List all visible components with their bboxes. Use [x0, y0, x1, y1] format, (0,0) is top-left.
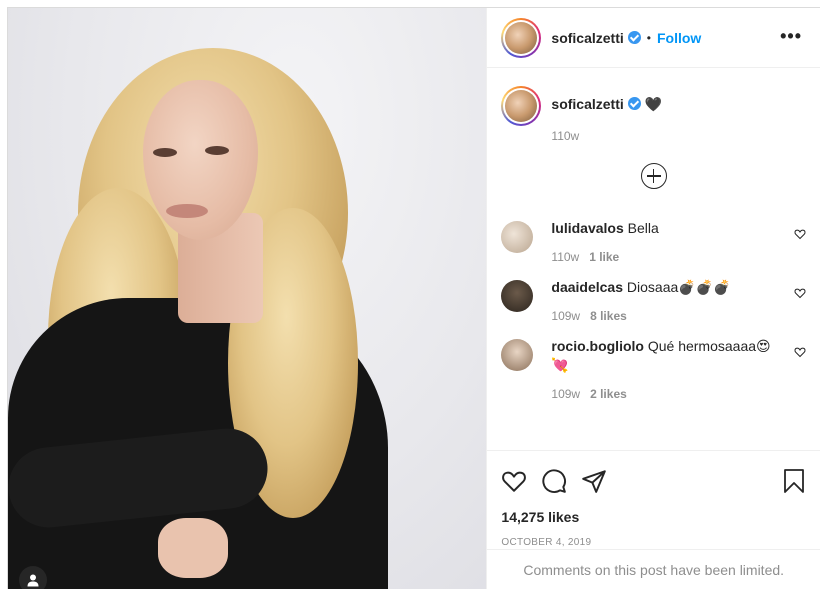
user-tag-button[interactable] [19, 566, 47, 589]
post-caption: soficalzetti 🖤 110w [487, 68, 820, 143]
comment-likes[interactable]: 1 like [589, 250, 619, 264]
caption-avatar[interactable] [501, 86, 542, 126]
comment-avatar[interactable] [501, 280, 534, 312]
bookmark-icon[interactable] [782, 468, 806, 494]
post-actions: 14,275 likes OCTOBER 4, 2019 [487, 450, 820, 548]
more-options-icon[interactable]: ••• [780, 26, 802, 47]
comment-time[interactable]: 110w [551, 250, 579, 264]
caption-time[interactable]: 110w [551, 129, 662, 143]
comment-likes[interactable]: 2 likes [590, 387, 627, 401]
comment-item: rocio.bogliolo Qué hermosaaaa😍💘 109w 2 li… [487, 337, 820, 401]
header-username[interactable]: soficalzetti [551, 30, 623, 46]
heart-icon[interactable] [794, 287, 806, 299]
post-container: soficalzetti • Follow ••• soficalzetti 🖤… [7, 7, 820, 589]
caption-username[interactable]: soficalzetti [551, 96, 623, 112]
comment-username[interactable]: lulidavalos [551, 220, 623, 236]
plus-circle-icon [640, 163, 667, 189]
photo-eye-left [153, 148, 177, 157]
heart-icon[interactable] [794, 346, 806, 358]
post-photo[interactable] [8, 8, 487, 589]
heart-icon[interactable] [794, 228, 806, 240]
header-separator: • [646, 30, 651, 45]
comment-time[interactable]: 109w [551, 309, 580, 323]
like-count[interactable]: 14,275 likes [501, 509, 806, 525]
verified-badge-icon [627, 97, 641, 110]
follow-button[interactable]: Follow [657, 30, 701, 46]
comment-item: daaidelcas Diosaaa💣💣💣 109w 8 likes [487, 278, 820, 323]
post-date: OCTOBER 4, 2019 [501, 537, 592, 548]
comments-limited-notice: Comments on this post have been limited. [487, 549, 820, 589]
heart-icon[interactable] [501, 468, 527, 494]
comment-avatar[interactable] [501, 339, 534, 371]
share-icon[interactable] [581, 468, 607, 494]
comment-icon[interactable] [541, 468, 567, 494]
comment-time[interactable]: 109w [551, 387, 580, 401]
comment-text: Bella [627, 220, 659, 236]
post-header: soficalzetti • Follow ••• [487, 8, 820, 68]
photo-hand [158, 518, 228, 578]
post-side-panel: soficalzetti • Follow ••• soficalzetti 🖤… [486, 8, 820, 589]
comment-username[interactable]: rocio.bogliolo [551, 338, 644, 354]
avatar[interactable] [501, 17, 542, 58]
comment-username[interactable]: daaidelcas [551, 279, 623, 295]
caption-text: 🖤 [644, 96, 663, 112]
comment-text: Diosaaa💣💣💣 [626, 279, 731, 295]
verified-badge-icon [627, 31, 641, 44]
user-tag-icon [27, 574, 39, 587]
load-more-comments-button[interactable] [487, 163, 820, 189]
photo-lips [166, 204, 208, 218]
comment-likes[interactable]: 8 likes [590, 309, 627, 323]
comment-item: lulidavalos Bella 110w 1 like [487, 219, 820, 264]
photo-eye-right [205, 146, 229, 155]
comment-avatar[interactable] [501, 221, 534, 253]
